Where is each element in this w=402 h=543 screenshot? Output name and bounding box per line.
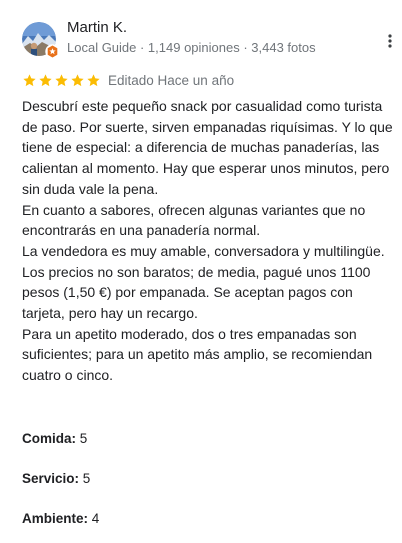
aspect-value: 5 [79, 431, 88, 446]
aspect-ambience: Ambiente: 4 [22, 511, 99, 526]
review-card: Martin K. Local Guide · 1,149 opiniones … [0, 0, 402, 543]
aspect-label: Ambiente: [22, 511, 89, 526]
local-guide-badge-icon [45, 44, 60, 59]
aspect-label: Comida: [22, 431, 76, 446]
aspect-value: 5 [82, 471, 91, 486]
star-icon [55, 73, 68, 86]
review-paragraph: Para un apetito moderado, dos o tres emp… [22, 325, 373, 384]
star-rating [22, 73, 102, 88]
edited-label: Editado Hace un año [108, 72, 235, 88]
aspect-label: Servicio: [22, 471, 80, 486]
review-paragraph: Descubrí este pequeño snack por casualid… [22, 98, 393, 197]
review-header: Martin K. Local Guide · 1,149 opiniones … [22, 18, 402, 62]
review-paragraph: En cuanto a sabores, ofrecen algunas var… [22, 201, 366, 239]
avatar[interactable] [22, 22, 60, 59]
more-vert-icon [388, 34, 392, 48]
review-text: Descubrí este pequeño snack por casualid… [22, 96, 394, 386]
star-icon [39, 73, 52, 86]
aspect-service: Servicio: 5 [22, 471, 90, 486]
rating-row: Editado Hace un año [22, 71, 234, 89]
aspect-food: Comida: 5 [22, 431, 87, 446]
more-options-button[interactable] [380, 30, 400, 52]
aspect-value: 4 [91, 511, 100, 526]
author-meta: Local Guide · 1,149 opiniones · 3,443 fo… [67, 40, 316, 55]
author-name[interactable]: Martin K. [67, 19, 127, 36]
star-icon [87, 73, 100, 86]
star-icon [23, 73, 36, 86]
review-paragraph: Los precios no son baratos; de media, pa… [22, 263, 371, 322]
star-icon [71, 73, 84, 86]
review-paragraph: La vendedora es muy amable, conversadora… [22, 242, 385, 259]
